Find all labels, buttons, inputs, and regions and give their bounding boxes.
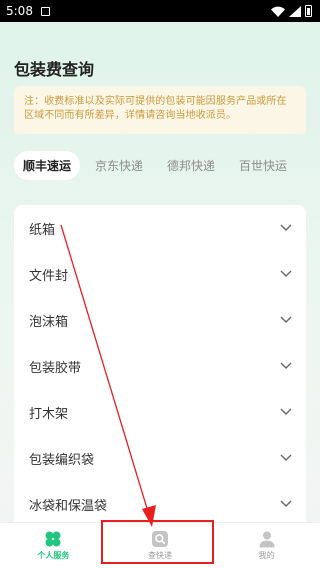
clover-icon xyxy=(45,531,61,547)
list-item-label: 文件封 xyxy=(29,268,69,284)
wifi-icon xyxy=(271,6,285,17)
list-item-label: 泡沫箱 xyxy=(29,314,69,330)
status-icons xyxy=(271,5,312,17)
nav-label: 我的 xyxy=(258,551,275,560)
nav-label: 个人服务 xyxy=(37,551,70,560)
list-item-ice-pack-insulated-bag[interactable]: 冰袋和保温袋 xyxy=(14,481,306,527)
nav-personal-service[interactable]: 个人服务 xyxy=(0,523,107,568)
list-item-label: 包装编织袋 xyxy=(29,452,95,468)
page-title: 包装费查询 xyxy=(14,60,95,79)
notification-icon xyxy=(40,6,50,16)
nav-label: 查快递 xyxy=(148,551,172,560)
chevron-down-icon xyxy=(280,454,292,461)
search-package-icon xyxy=(152,531,168,547)
chevron-down-icon xyxy=(280,224,292,231)
status-time: 5:08 xyxy=(6,4,33,18)
list-item-label: 打木架 xyxy=(29,406,69,422)
list-item-wooden-crate[interactable]: 打木架 xyxy=(14,389,306,435)
list-item-document-envelope[interactable]: 文件封 xyxy=(14,251,306,297)
tab-sf-express[interactable]: 顺丰速运 xyxy=(14,150,81,180)
list-item-packing-tape[interactable]: 包装胶带 xyxy=(14,343,306,389)
chevron-down-icon xyxy=(280,316,292,323)
list-item-label: 纸箱 xyxy=(29,222,56,238)
battery-icon xyxy=(305,5,312,17)
list-item-foam-box[interactable]: 泡沫箱 xyxy=(14,297,306,343)
chevron-down-icon xyxy=(280,408,292,415)
tab-jd-express[interactable]: 京东快递 xyxy=(86,151,152,180)
chevron-down-icon xyxy=(280,362,292,369)
list-item-carton[interactable]: 纸箱 xyxy=(14,205,306,251)
list-item-woven-bag[interactable]: 包装编织袋 xyxy=(14,435,306,481)
user-icon xyxy=(259,531,275,548)
status-bar: 5:08 xyxy=(0,0,320,22)
tab-deppon-express[interactable]: 德邦快递 xyxy=(158,151,224,180)
chevron-down-icon xyxy=(280,500,292,507)
chevron-down-icon xyxy=(280,270,292,277)
bottom-nav: 个人服务 查快递 我的 xyxy=(0,522,320,568)
packaging-list: 纸箱 文件封 泡沫箱 包装胶带 打木架 包装编织袋 冰袋和保温袋 xyxy=(14,205,306,535)
nav-track-package[interactable]: 查快递 xyxy=(107,523,214,568)
list-item-label: 包装胶带 xyxy=(29,360,82,376)
nav-profile[interactable]: 我的 xyxy=(213,523,320,568)
notice-banner: 注：收费标准以及实际可提供的包装可能因服务产品或所在区域不同而有所差异，详情请咨… xyxy=(14,86,306,134)
carrier-tabs: 顺丰速运 京东快递 德邦快递 百世快运 xyxy=(14,150,320,180)
list-item-label: 冰袋和保温袋 xyxy=(29,498,108,514)
signal-icon xyxy=(289,5,301,17)
tab-best-express[interactable]: 百世快运 xyxy=(230,151,296,180)
